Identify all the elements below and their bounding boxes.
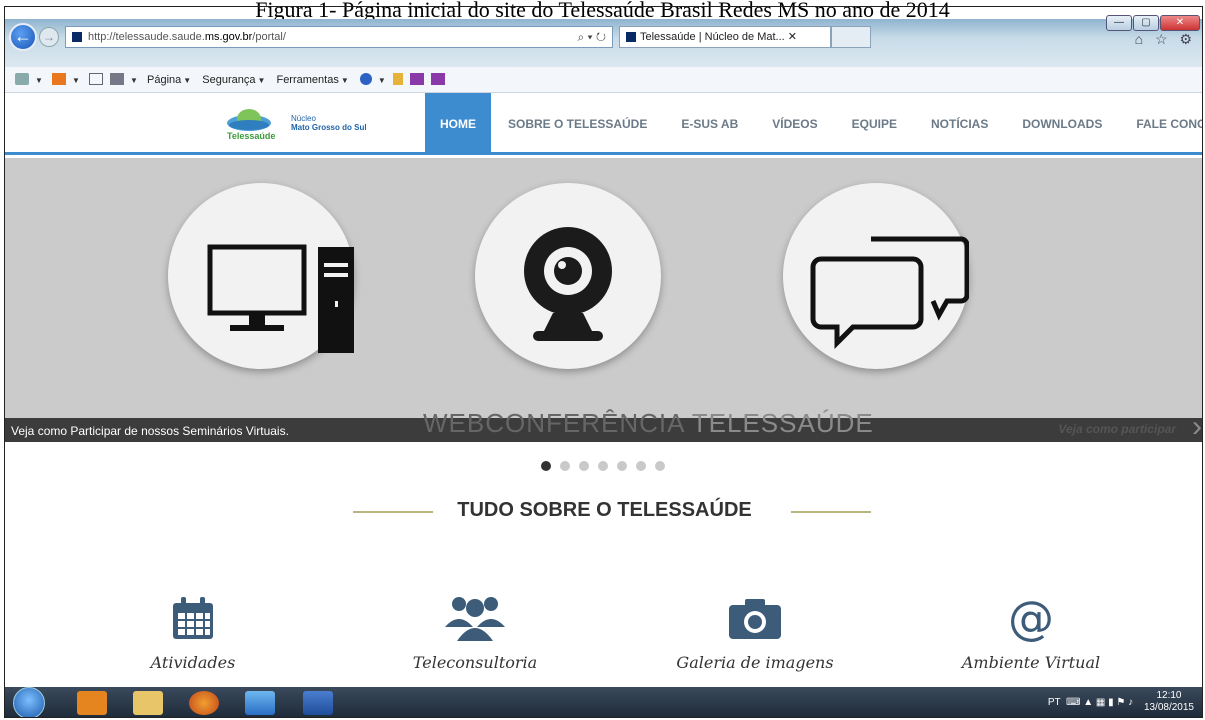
internet-explorer-icon[interactable] — [245, 691, 275, 715]
slide-caption: Veja como Participar de nossos Seminário… — [11, 424, 289, 438]
slide-headline: WEBCONFERÊNCIA TELESSAÚDE — [423, 408, 874, 439]
start-button[interactable] — [13, 687, 45, 717]
nav-row: ← → http://telessaude.saude.ms.gov.br/po… — [5, 23, 1202, 51]
chat-icon — [810, 236, 969, 350]
feature-ambiente[interactable]: @ Ambiente Virtual — [941, 589, 1121, 672]
menu-pagina-label: Página — [147, 74, 182, 86]
logo-brand: Telessaúde — [227, 131, 276, 141]
menu-ferramentas-label: Ferramentas — [276, 74, 339, 86]
at-icon: @ — [1008, 591, 1054, 645]
site-header: Telessaúde Núcleo Mato Grosso do Sul HOM… — [5, 93, 1202, 155]
website: Telessaúde Núcleo Mato Grosso do Sul HOM… — [5, 93, 1202, 693]
logo-state: Mato Grosso do Sul — [291, 123, 367, 132]
feature-label: Atividades — [150, 653, 236, 672]
webcam-circle — [475, 183, 661, 369]
camera-icon — [665, 589, 845, 641]
address-suffix: /portal/ — [252, 31, 286, 43]
main-menu: HOME SOBRE O TELESSAÚDE E-SUS AB VÍDEOS … — [425, 93, 1202, 155]
address-tools[interactable]: ⌕ ▾ ↻ — [577, 27, 606, 47]
browser-chrome: — ▢ ✕ ← → http://telessaude.saude.ms.gov… — [5, 15, 1202, 67]
logo-swirl-icon — [227, 109, 271, 131]
nav-downloads[interactable]: DOWNLOADS — [1005, 93, 1119, 155]
menu-ferramentas[interactable]: Ferramentas ▼ — [276, 74, 348, 86]
feature-label: Teleconsultoria — [412, 653, 538, 672]
menu-seguranca[interactable]: Segurança ▼ — [202, 74, 265, 86]
slider-dots — [541, 461, 665, 471]
slider-dot[interactable] — [541, 461, 551, 471]
browser-tab[interactable]: Telessaúde | Núcleo de Mat... ✕ — [619, 26, 831, 48]
tab-title: Telessaúde | Núcleo de Mat... ✕ — [640, 31, 797, 43]
nav-home[interactable]: HOME — [425, 93, 491, 155]
calendar-icon — [103, 589, 283, 641]
slide-more-link[interactable]: Veja como participar — [1058, 418, 1176, 440]
onenote-linked-icon[interactable] — [430, 73, 445, 85]
tab-favicon-icon — [626, 32, 636, 42]
firefox-icon[interactable] — [189, 691, 219, 715]
home-icon[interactable] — [15, 73, 29, 85]
language-indicator[interactable]: PT — [1048, 697, 1061, 708]
slider-dot[interactable] — [617, 461, 627, 471]
slider-dot[interactable] — [579, 461, 589, 471]
chat-circle — [783, 183, 969, 369]
windows-taskbar: PT ⌨ ▲ ▦ ▮ ⚑ ♪ 12:10 13/08/2015 — [5, 687, 1202, 717]
clock-date: 13/08/2015 — [1143, 702, 1194, 714]
slider-dot[interactable] — [560, 461, 570, 471]
onenote-icon[interactable] — [409, 73, 424, 85]
feature-label: Ambiente Virtual — [961, 653, 1101, 672]
browser-toolbar-icons[interactable]: ⌂ ☆ ⚙ — [1135, 31, 1196, 48]
feature-teleconsultoria[interactable]: Teleconsultoria — [385, 589, 565, 672]
back-button[interactable]: ← — [9, 23, 37, 51]
screenshot-frame: — ▢ ✕ ← → http://telessaude.saude.ms.gov… — [4, 6, 1203, 718]
forward-button[interactable]: → — [39, 27, 59, 47]
nav-noticias[interactable]: NOTÍCIAS — [914, 93, 1005, 155]
tray-icons[interactable]: ⌨ ▲ ▦ ▮ ⚑ ♪ — [1063, 697, 1133, 708]
nav-equipe[interactable]: EQUIPE — [835, 93, 914, 155]
slider-dot[interactable] — [636, 461, 646, 471]
feature-galeria[interactable]: Galeria de imagens — [665, 589, 845, 672]
command-bar: ▼ ▼ ▼ Página ▼ Segurança ▼ Ferramentas ▼ ▼ — [5, 67, 1202, 93]
slider-dot[interactable] — [598, 461, 608, 471]
address-prefix: http://telessaude.saude. — [88, 31, 205, 43]
computer-icon — [207, 244, 354, 353]
addon-icon[interactable] — [392, 73, 403, 85]
menu-seguranca-label: Segurança — [202, 74, 256, 86]
section-title: TUDO SOBRE O TELESSAÚDE — [457, 499, 752, 521]
system-tray: PT ⌨ ▲ ▦ ▮ ⚑ ♪ 12:10 13/08/2015 — [1048, 687, 1194, 717]
slide-caption-bar: Veja como Participar de nossos Seminário… — [5, 408, 1202, 442]
slide-headline-part1: WEBCONFERÊNCIA — [423, 408, 685, 438]
word-icon[interactable] — [303, 691, 333, 715]
menu-pagina[interactable]: Página ▼ — [147, 74, 191, 86]
rss-icon[interactable] — [51, 73, 66, 85]
feature-atividades[interactable]: Atividades — [103, 589, 283, 672]
nav-sobre[interactable]: SOBRE O TELESSAÚDE — [491, 93, 664, 155]
users-icon — [385, 589, 565, 641]
site-logo[interactable]: Telessaúde Núcleo Mato Grosso do Sul — [225, 107, 385, 145]
webcam-icon — [524, 227, 612, 341]
clock[interactable]: 12:10 13/08/2015 — [1144, 690, 1194, 714]
help-icon[interactable] — [359, 73, 372, 85]
computer-circle — [168, 183, 354, 369]
file-explorer-icon[interactable] — [133, 691, 163, 715]
title-line-right — [791, 511, 871, 513]
address-domain: ms.gov.br — [204, 31, 253, 43]
next-slide-icon[interactable]: › — [1192, 412, 1202, 442]
favicon-icon — [72, 32, 82, 42]
nav-videos[interactable]: VÍDEOS — [755, 93, 834, 155]
logo-nucleo: Núcleo — [291, 114, 316, 123]
nav-contato[interactable]: FALE CONOSCO — [1119, 93, 1202, 155]
clock-time: 12:10 — [1156, 690, 1182, 702]
address-bar[interactable]: http://telessaude.saude.ms.gov.br/portal… — [65, 26, 613, 48]
mail-icon[interactable] — [88, 73, 103, 85]
nav-esus[interactable]: E-SUS AB — [664, 93, 755, 155]
slide-headline-part2: TELESSAÚDE — [684, 408, 874, 438]
hero-slider[interactable]: Veja como Participar de nossos Seminário… — [5, 158, 1202, 442]
feature-label: Galeria de imagens — [676, 653, 834, 672]
media-player-icon[interactable] — [77, 691, 107, 715]
new-tab-button[interactable] — [831, 26, 871, 48]
slider-dot[interactable] — [655, 461, 665, 471]
print-icon[interactable] — [110, 73, 125, 85]
